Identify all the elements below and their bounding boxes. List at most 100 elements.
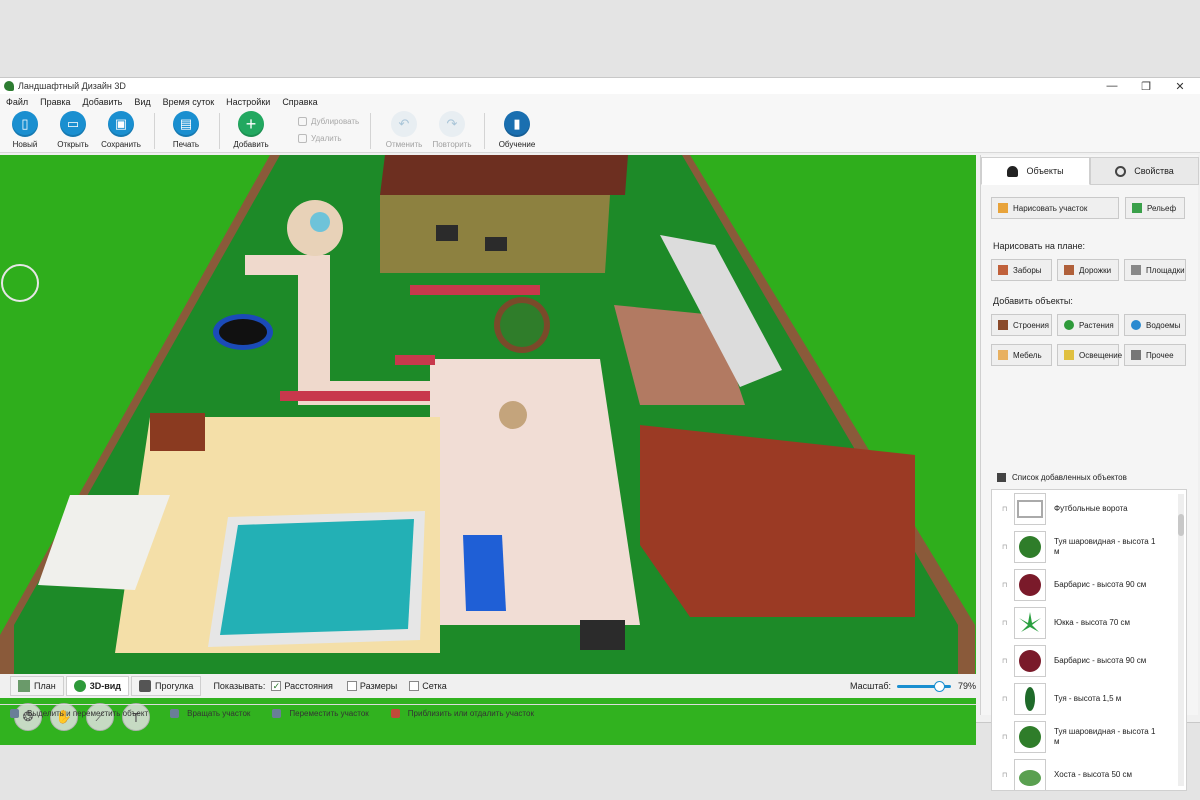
open-button[interactable]: ▭ Открыть (46, 111, 100, 149)
sizes-label: Размеры (359, 681, 398, 691)
list-item-name: Туя шаровидная - высота 1 м (1054, 727, 1156, 746)
ponds-button[interactable]: Водоемы (1124, 314, 1186, 336)
menu-edit[interactable]: Правка (40, 97, 70, 107)
scrollbar-thumb[interactable] (1178, 514, 1184, 536)
platform-icon (1131, 265, 1141, 275)
menu-help[interactable]: Справка (282, 97, 317, 107)
pond-icon (1131, 320, 1141, 330)
bench-icon (998, 350, 1008, 360)
lamp-icon (1064, 350, 1074, 360)
plan-view-button[interactable]: План (10, 676, 64, 696)
tab-objects[interactable]: Объекты (981, 157, 1090, 185)
list-item[interactable]: ⊓ Барбарис - высота 90 см (992, 642, 1174, 680)
garden-scene (0, 155, 976, 674)
menu-settings[interactable]: Настройки (226, 97, 270, 107)
distances-label: Расстояния (284, 681, 333, 691)
relief-label: Рельеф (1147, 203, 1177, 213)
other-button[interactable]: Прочее (1124, 344, 1186, 366)
print-button[interactable]: ▤ Печать (159, 111, 213, 149)
redo-icon: ↷ (439, 111, 465, 137)
lighting-button[interactable]: Освещение (1057, 344, 1122, 366)
object-list-title: Список добавленных объектов (997, 473, 1127, 482)
unlock-icon[interactable]: ⊓ (1002, 581, 1010, 589)
house-window (436, 225, 458, 241)
new-button-label: Новый (12, 140, 38, 149)
list-item[interactable]: ⊓ Футбольные ворота (992, 490, 1174, 528)
buildings-button[interactable]: Строения (991, 314, 1052, 336)
walk-view-button[interactable]: Прогулка (130, 676, 202, 696)
list-scrollbar[interactable] (1178, 494, 1184, 786)
list-item[interactable]: ⊓ Юкка - высота 70 см (992, 604, 1174, 642)
list-item-name: Футбольные ворота (1054, 504, 1128, 513)
undo-button[interactable]: ↶ Отменить (377, 111, 431, 149)
delete-button[interactable]: Удалить (298, 134, 342, 143)
platforms-button[interactable]: Площадки (1124, 259, 1186, 281)
house-roof (380, 155, 628, 195)
list-item[interactable]: ⊓ Туя шаровидная - высота 1 м (992, 718, 1174, 756)
new-button[interactable]: ▯ Новый (0, 111, 52, 149)
redo-button[interactable]: ↷ Повторить (425, 111, 479, 149)
minimize-button[interactable]: — (1106, 80, 1118, 92)
grid-checkbox[interactable]: Сетка (409, 681, 447, 691)
hint-select: Выделить и переместить объект (10, 709, 148, 718)
list-item[interactable]: ⊓ Туя - высота 1,5 м (992, 680, 1174, 718)
save-button[interactable]: ▣ Сохранить (94, 111, 148, 149)
duplicate-button[interactable]: Дублировать (298, 117, 359, 126)
3d-viewport[interactable]: ❂ ✋ ⟋ T (0, 155, 976, 745)
panel-tabs: Объекты Свойства (981, 157, 1199, 185)
barberry-icon (1014, 645, 1046, 677)
paths-button[interactable]: Дорожки (1057, 259, 1119, 281)
list-item[interactable]: ⊓ Барбарис - высота 90 см (992, 566, 1174, 604)
tab-objects-label: Объекты (1026, 166, 1064, 176)
menu-file[interactable]: Файл (6, 97, 28, 107)
list-item-name: Туя - высота 1,5 м (1054, 694, 1122, 703)
add-button[interactable]: + Добавить (224, 111, 278, 149)
menu-time-of-day[interactable]: Время суток (163, 97, 215, 107)
scale-value: 79% (958, 681, 977, 691)
list-item[interactable]: ⊓ Хоста - высота 50 см (992, 756, 1174, 790)
house-icon (998, 320, 1008, 330)
relief-button[interactable]: Рельеф (1125, 197, 1185, 219)
scale-slider[interactable] (897, 681, 951, 692)
tree-3d-icon (73, 680, 86, 692)
app-window: Ландшафтный Дизайн 3D — ❐ ✕ Файл Правка … (0, 77, 1200, 791)
hint-rotate: Вращать участок (170, 709, 250, 718)
unlock-icon[interactable]: ⊓ (1002, 543, 1010, 551)
object-list[interactable]: ⊓ Футбольные ворота ⊓ Туя шаровидная - в… (991, 489, 1187, 791)
menu-add[interactable]: Добавить (83, 97, 123, 107)
maximize-button[interactable]: ❐ (1140, 80, 1152, 93)
unlock-icon[interactable]: ⊓ (1002, 619, 1010, 627)
printer-icon: ▤ (173, 111, 199, 137)
toolbar-separator (154, 113, 155, 149)
3d-view-button[interactable]: 3D-вид (65, 676, 129, 696)
fences-button[interactable]: Заборы (991, 259, 1052, 281)
list-item[interactable]: ⊓ Туя шаровидная - высота 1 м (992, 528, 1174, 566)
plan-icon (18, 680, 30, 692)
draw-plot-button[interactable]: Нарисовать участок (991, 197, 1119, 219)
sizes-checkbox[interactable]: Размеры (346, 681, 398, 691)
unlock-icon[interactable]: ⊓ (1002, 657, 1010, 665)
unlock-icon[interactable]: ⊓ (1002, 733, 1010, 741)
add-objects-heading: Добавить объекты: (993, 296, 1073, 306)
title-bar: Ландшафтный Дизайн 3D — ❐ ✕ (0, 78, 1200, 94)
distances-checkbox[interactable]: ✓ Расстояния (271, 681, 333, 691)
floppy-disk-icon: ▣ (108, 111, 134, 137)
tutorial-button[interactable]: ▮ Обучение (490, 111, 544, 149)
slider-thumb[interactable] (934, 681, 945, 692)
window-title: Ландшафтный Дизайн 3D (18, 81, 126, 91)
furniture-button[interactable]: Мебель (991, 344, 1052, 366)
hint-bar: Выделить и переместить объект Вращать уч… (0, 704, 976, 722)
tab-properties[interactable]: Свойства (1090, 157, 1199, 185)
unlock-icon[interactable]: ⊓ (1002, 505, 1010, 513)
play-house (150, 413, 205, 451)
unlock-icon[interactable]: ⊓ (1002, 695, 1010, 703)
close-button[interactable]: ✕ (1174, 80, 1186, 93)
misc-icon (1131, 350, 1141, 360)
list-item-name: Хоста - высота 50 см (1054, 770, 1133, 779)
plants-button[interactable]: Растения (1057, 314, 1119, 336)
undo-button-label: Отменить (385, 140, 423, 149)
grill (580, 620, 625, 650)
menu-view[interactable]: Вид (134, 97, 150, 107)
unlock-icon[interactable]: ⊓ (1002, 771, 1010, 779)
mouse-icon (272, 709, 282, 718)
